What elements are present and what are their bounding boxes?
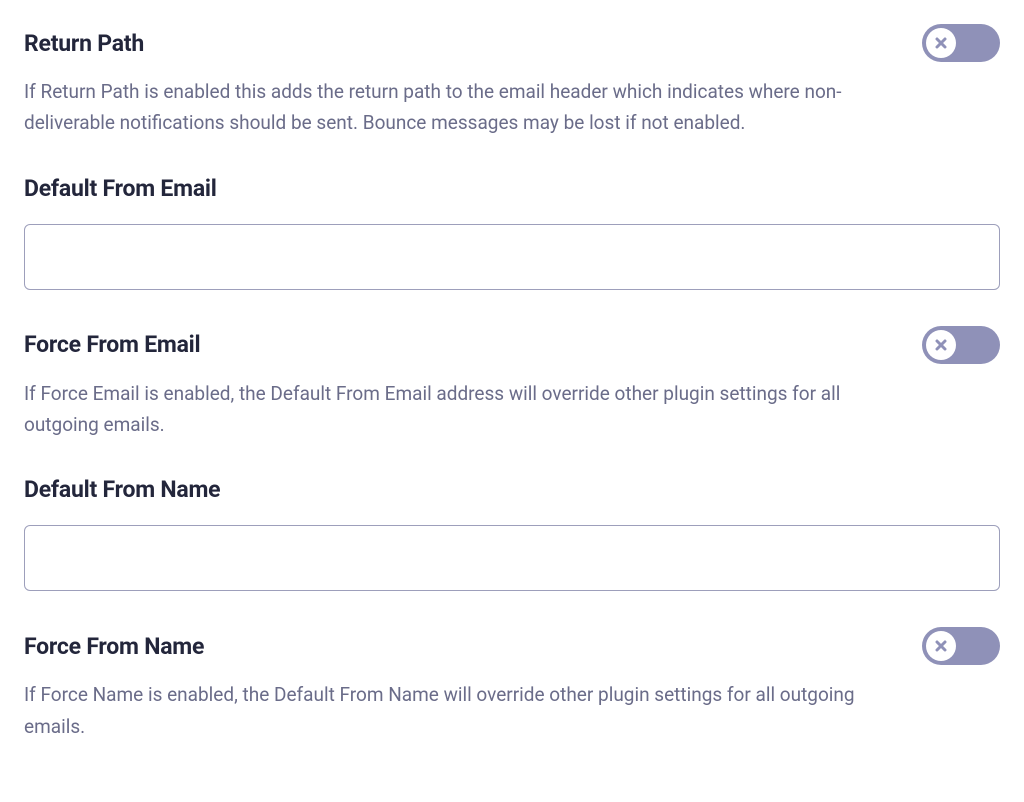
default-from-email-title: Default From Email xyxy=(24,175,217,202)
force-from-email-description: If Force Email is enabled, the Default F… xyxy=(24,378,874,441)
force-from-name-description: If Force Name is enabled, the Default Fr… xyxy=(24,679,874,742)
toggle-thumb xyxy=(926,28,956,58)
default-from-name-header-row: Default From Name xyxy=(24,476,1000,503)
toggle-thumb xyxy=(926,631,956,661)
default-from-email-input[interactable] xyxy=(24,224,1000,290)
default-from-email-header-row: Default From Email xyxy=(24,175,1000,202)
return-path-toggle[interactable] xyxy=(922,24,1000,62)
toggle-thumb xyxy=(926,330,956,360)
default-from-name-setting: Default From Name xyxy=(24,476,1000,591)
close-icon xyxy=(935,339,947,351)
force-from-name-toggle[interactable] xyxy=(922,627,1000,665)
return-path-header-row: Return Path xyxy=(24,24,1000,62)
return-path-description: If Return Path is enabled this adds the … xyxy=(24,76,874,139)
return-path-setting: Return Path If Return Path is enabled th… xyxy=(24,24,1000,139)
force-from-name-title: Force From Name xyxy=(24,633,204,660)
default-from-email-setting: Default From Email xyxy=(24,175,1000,290)
close-icon xyxy=(935,640,947,652)
force-from-email-setting: Force From Email If Force Email is enabl… xyxy=(24,326,1000,441)
return-path-title: Return Path xyxy=(24,30,144,57)
force-from-email-title: Force From Email xyxy=(24,331,200,358)
force-from-name-setting: Force From Name If Force Name is enabled… xyxy=(24,627,1000,742)
force-from-email-header-row: Force From Email xyxy=(24,326,1000,364)
default-from-name-title: Default From Name xyxy=(24,476,220,503)
close-icon xyxy=(935,37,947,49)
force-from-email-toggle[interactable] xyxy=(922,326,1000,364)
force-from-name-header-row: Force From Name xyxy=(24,627,1000,665)
default-from-name-input[interactable] xyxy=(24,525,1000,591)
